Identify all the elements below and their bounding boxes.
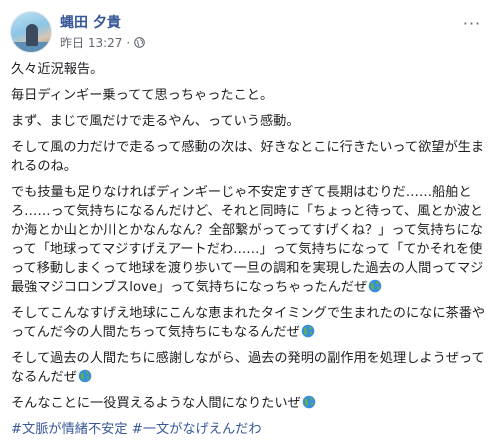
paragraph-with-emoji: そんなことに一役買えるような人間になりたいぜ	[11, 394, 491, 413]
post-meta: 昨日 13:27 ·	[60, 34, 146, 51]
globe-icon[interactable]	[134, 37, 146, 48]
hashtag-link[interactable]: #文脈が情緒不安定	[11, 422, 128, 437]
earth-globe-emoji-icon	[301, 324, 315, 338]
paragraph: 毎日ディンギー乗ってて思っちゃったこと。	[11, 88, 274, 103]
paragraph-with-emoji: そしてこんなすげえ地球にこんな恵まれたタイミングで生まれたのになに茶番やってんだ…	[11, 304, 491, 342]
hashtag-link[interactable]: #一文がなげえんだわ	[132, 422, 262, 437]
paragraph-with-emoji: でも技量も足りなければディンギーじゃ不安定すぎて長期はむりだ……船舶とろ……って…	[11, 183, 491, 297]
paragraph-text: そんなことに一役買えるような人間になりたいぜ	[11, 396, 301, 411]
author-name-link[interactable]: 蝿田 夕貴	[60, 12, 121, 32]
avatar-person	[26, 24, 38, 46]
post-timestamp[interactable]: 昨日 13:27	[60, 34, 122, 51]
paragraph: 久々近況報告。	[11, 62, 104, 77]
meta-separator: ·	[126, 35, 131, 50]
post-header: 蝿田 夕貴 昨日 13:27 · ···	[10, 11, 490, 53]
more-options-icon: ···	[462, 13, 482, 33]
paragraph-text: そしてこんなすげえ地球にこんな恵まれたタイミングで生まれたのになに茶番やってんだ…	[11, 306, 486, 340]
post-body: 久々近況報告。 毎日ディンギー乗ってて思っちゃったこと。 まず、まじで風だけで走…	[11, 60, 491, 446]
paragraph: まず、まじで風だけで走るやん、っていう感動。	[11, 114, 300, 129]
facebook-post: 蝿田 夕貴 昨日 13:27 · ··· 久々近況報告。 毎日ディンギー乗ってて…	[0, 0, 500, 445]
earth-globe-emoji-icon	[78, 369, 92, 383]
paragraph-text: でも技量も足りなければディンギーじゃ不安定すぎて長期はむりだ……船舶とろ……って…	[11, 185, 484, 295]
hashtag-row: #文脈が情緒不安定 #一文がなげえんだわ	[11, 420, 491, 439]
paragraph-with-emoji: そして過去の人間たちに感謝しながら、過去の発明の副作用を処理しようぜってなるんだ…	[11, 349, 491, 387]
more-options-button[interactable]: ···	[460, 13, 484, 33]
paragraph: そして風の力だけで走るって感動の次は、好きなとこに行きたいって欲望が生まれるのね…	[11, 140, 485, 174]
earth-globe-emoji-icon	[368, 279, 382, 293]
earth-globe-emoji-icon	[302, 395, 316, 409]
avatar[interactable]	[10, 11, 52, 53]
